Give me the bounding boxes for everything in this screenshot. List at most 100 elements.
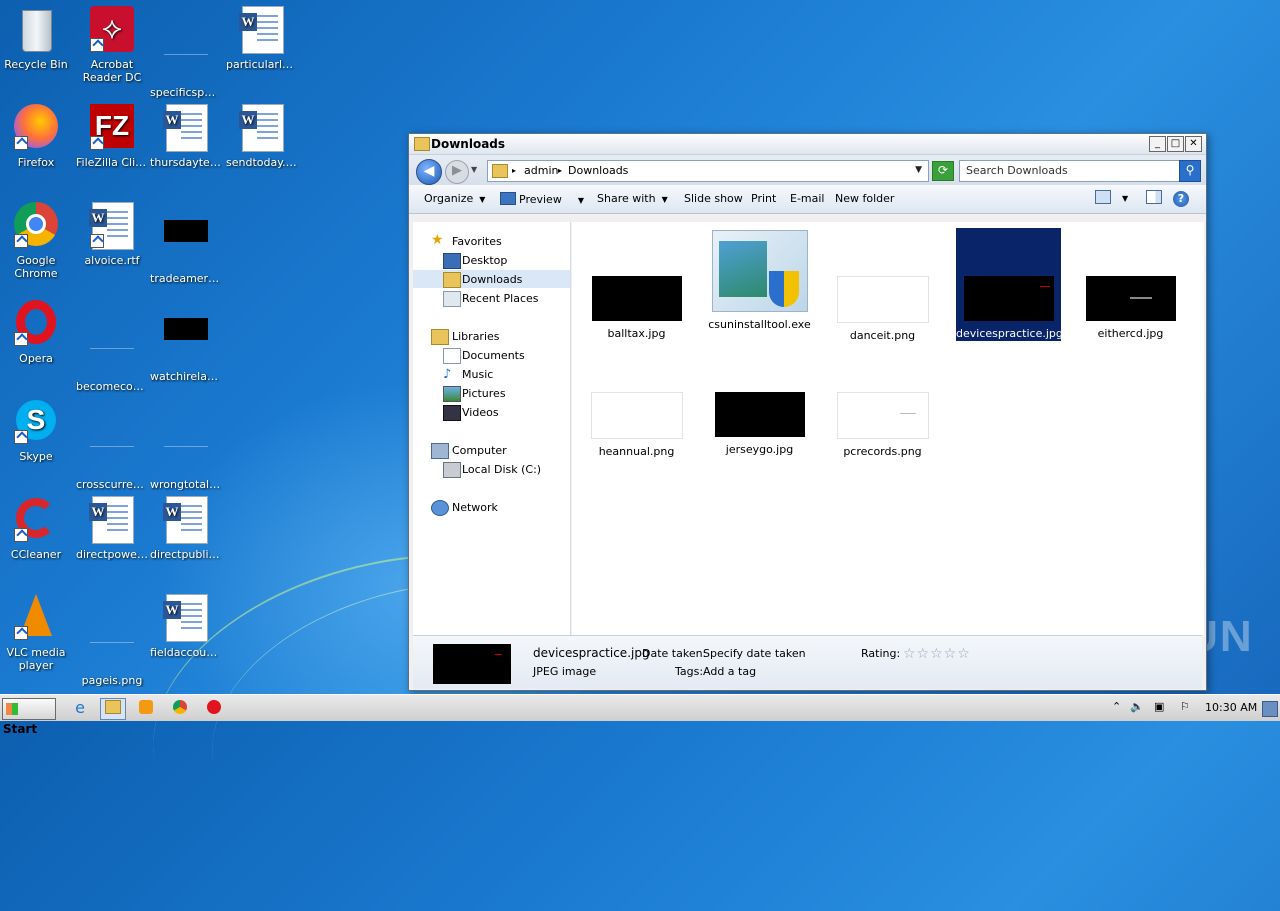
close-button[interactable]: ✕ [1185,136,1202,152]
nav-favorites[interactable]: ★ Favorites [413,232,570,250]
share-with-button[interactable]: Share with ▼ [597,192,668,205]
preview-button[interactable]: Preview ▼ [500,192,584,206]
word-doc-icon: W [88,496,136,544]
details-filename: devicespractice.jpg [533,646,650,660]
volume-icon[interactable]: 🔈 [1130,700,1144,713]
nav-downloads[interactable]: Downloads [413,270,570,288]
preview-pane-button[interactable] [1146,190,1162,204]
breadcrumb-separator-icon[interactable]: ▸ [558,166,562,175]
search-placeholder: Search Downloads [966,164,1068,177]
desktop-icon-pageis[interactable]: pageis.png [74,594,150,687]
desktop-icon-opera[interactable]: Opera [0,300,74,365]
file-item-eithercd[interactable]: eithercd.jpg [1078,266,1183,340]
desktop-icon-fieldaccoun[interactable]: W fieldaccoun... [148,594,224,659]
desktop-icon-thursdaytec[interactable]: W thursdaytec... [148,104,224,169]
help-button[interactable]: ? [1173,191,1189,207]
show-hidden-icons-button[interactable]: ⌃ [1112,700,1121,713]
clock[interactable]: 10:30 AM [1205,701,1257,714]
folder-icon [414,137,430,151]
desktop-icon-crosscurren[interactable]: crosscurren... [74,398,150,491]
desktop-icon-filezilla[interactable]: FZ FileZilla Client [74,104,150,169]
word-doc-icon: W [162,104,210,152]
nav-recent-places[interactable]: Recent Places [413,289,570,307]
media-player-icon[interactable] [134,698,158,718]
rating-stars[interactable]: ☆☆☆☆☆ [903,646,971,662]
desktop-icon-tradeameric[interactable]: tradeameric... [148,202,224,285]
breadcrumb-admin[interactable]: admin [524,164,558,177]
new-folder-button[interactable]: New folder [835,192,894,205]
desktop-icon-particularlyd[interactable]: W particularlyd... [224,6,300,71]
desktop-icon-skype[interactable]: S Skype [0,398,74,463]
libraries-icon [431,329,449,345]
view-options-dropdown[interactable]: ▼ [1122,194,1128,203]
desktop-icon-watchirelan[interactable]: watchirelan... [148,300,224,383]
forward-button[interactable]: ▶ [445,160,469,184]
show-desktop-button[interactable] [1262,701,1278,717]
file-item-jerseygo[interactable]: jerseygo.jpg [707,382,812,456]
network-tray-icon[interactable]: ▣ [1154,700,1164,713]
nav-documents[interactable]: Documents [413,346,570,364]
address-dropdown-icon[interactable]: ▼ [915,165,922,175]
change-view-button[interactable] [1095,190,1111,204]
print-button[interactable]: Print [751,192,776,205]
file-item-heannual[interactable]: heannual.png [584,382,689,458]
explorer-taskbar-button[interactable] [100,698,126,720]
date-taken-value[interactable]: Specify date taken [703,647,806,660]
action-center-flag-icon[interactable]: ⚐ [1180,700,1190,713]
desktop-icon-sendtoday[interactable]: W sendtoday.rtf [224,104,300,169]
recent-places-icon [443,291,461,307]
desktop-icon-alvoice[interactable]: W alvoice.rtf [74,202,150,267]
nav-network[interactable]: Network [413,498,570,516]
recent-pages-dropdown[interactable]: ▼ [471,165,477,174]
chrome-taskbar-icon[interactable] [168,698,192,718]
opera-taskbar-icon[interactable] [202,698,226,718]
desktop-icon-directpower[interactable]: W directpower... [74,496,150,561]
desktop-icon [443,253,461,269]
desktop-icon-chrome[interactable]: Google Chrome [0,202,74,280]
desktop-icon-directpublis[interactable]: W directpublis... [148,496,224,561]
installer-icon [711,230,808,312]
title-bar[interactable]: Downloads _ □ ✕ [409,134,1206,155]
desktop-icon-wrongtotal[interactable]: wrongtotal.... [148,398,224,491]
address-field[interactable]: ▸ admin ▸ Downloads ▼ [487,160,929,182]
nav-pictures[interactable]: Pictures [413,384,570,402]
search-input[interactable]: Search Downloads [959,160,1180,182]
nav-videos[interactable]: Videos [413,403,570,421]
breadcrumb-downloads[interactable]: Downloads [568,164,628,177]
refresh-button[interactable]: ⟳ [932,161,954,181]
internet-explorer-icon[interactable]: e [68,698,92,718]
start-button[interactable]: Start [2,698,56,736]
desktop-icon-acrobat[interactable]: ⟡ Acrobat Reader DC [74,6,150,84]
nav-computer[interactable]: Computer [413,441,570,459]
maximize-button[interactable]: □ [1167,136,1184,152]
tags-value[interactable]: Add a tag [703,665,756,678]
organize-button[interactable]: Organize ▼ [424,192,485,205]
nav-desktop[interactable]: Desktop [413,251,570,269]
file-item-balltax[interactable]: balltax.jpg [584,266,689,340]
nav-libraries[interactable]: Libraries [413,327,570,345]
breadcrumb-separator-icon[interactable]: ▸ [512,166,516,175]
nav-music[interactable]: ♪ Music [413,365,570,383]
back-button[interactable]: ◀ [416,159,442,185]
nav-local-disk[interactable]: Local Disk (C:) [413,460,570,478]
file-item-csuninstalltool[interactable]: csuninstalltool.exe [707,230,812,331]
network-icon [431,500,449,516]
file-item-danceit[interactable]: danceit.png [830,266,935,342]
explorer-window: Downloads _ □ ✕ ◀ ▶ ▼ ▸ admin ▸ Download… [408,133,1207,691]
desktop-icon-recycle-bin[interactable]: Recycle Bin [0,6,74,71]
desktop-icon-ccleaner[interactable]: CCleaner [0,496,74,561]
minimize-button[interactable]: _ [1149,136,1166,152]
file-item-pcrecords[interactable]: pcrecords.png [830,382,935,458]
desktop-icon-vlc[interactable]: VLC media player [0,594,74,672]
desktop-icon-becomecom[interactable]: becomecom... [74,300,150,393]
desktop-icon-firefox[interactable]: Firefox [0,104,74,169]
ccleaner-icon [12,496,60,544]
desktop-icon-specificspec[interactable]: specificspec... [148,6,224,99]
search-icon[interactable]: ⚲ [1179,160,1201,182]
computer-icon [431,443,449,459]
email-button[interactable]: E-mail [790,192,825,205]
file-item-devicespractice[interactable]: devicespractice.jpg [956,228,1063,341]
slide-show-button[interactable]: Slide show [684,192,743,205]
rating-label: Rating: [861,647,901,660]
image-thumbnail [963,276,1054,321]
